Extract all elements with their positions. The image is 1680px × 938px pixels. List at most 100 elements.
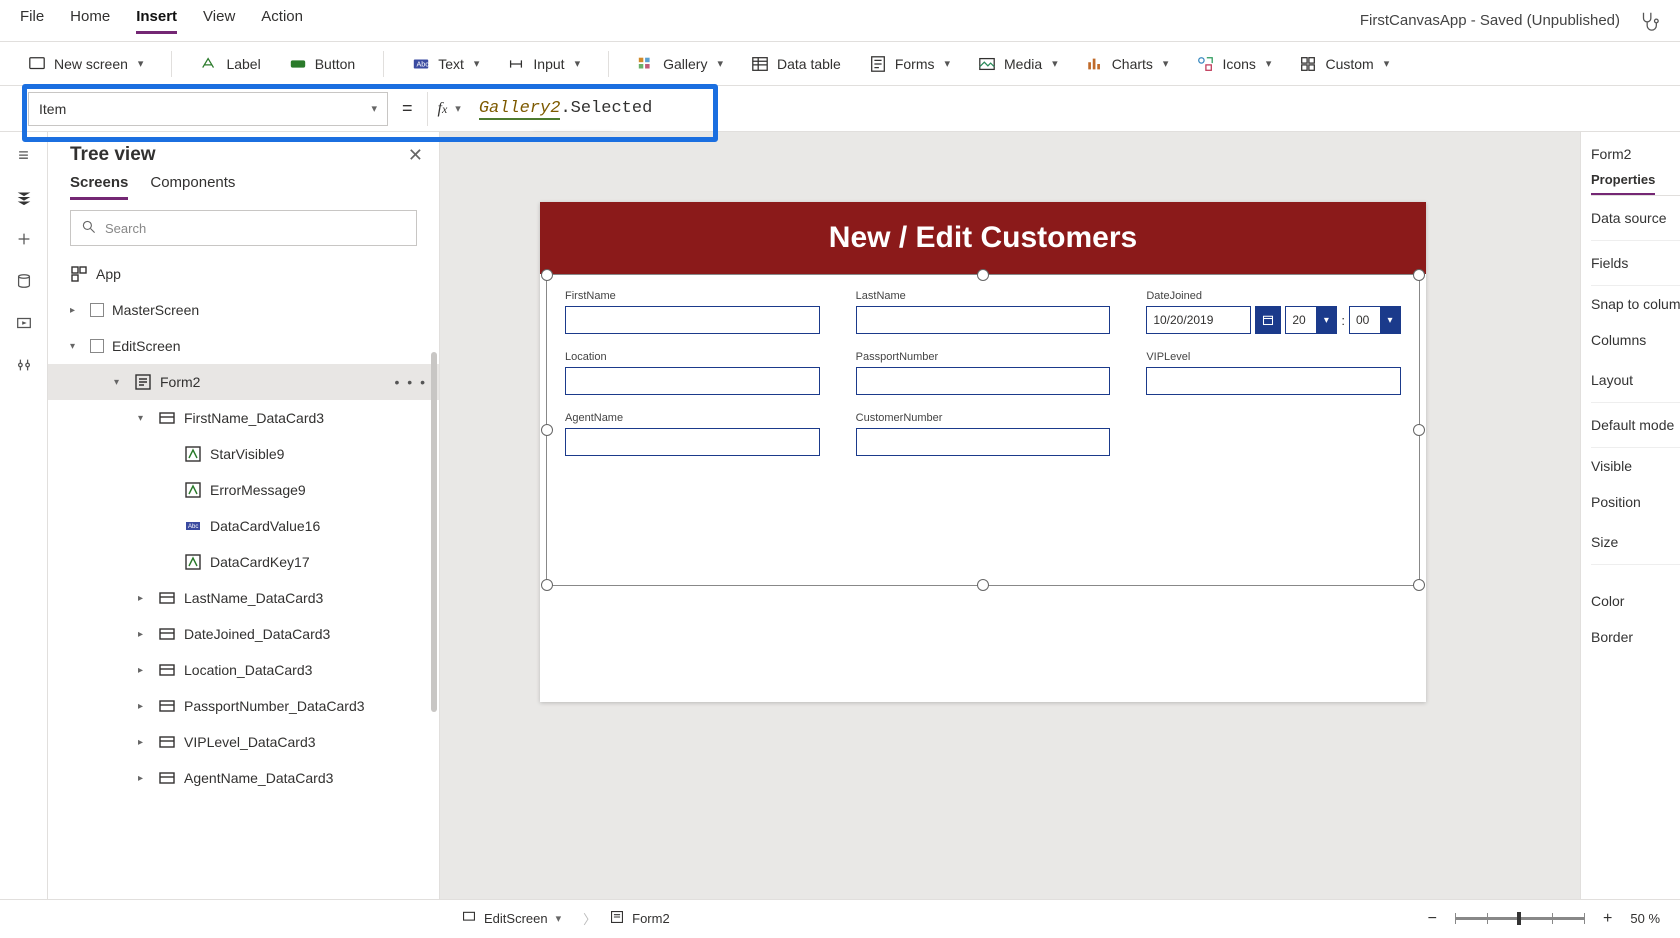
resize-handle[interactable]	[541, 424, 553, 436]
prop-snap[interactable]: Snap to columns	[1591, 286, 1680, 322]
hamburger-icon[interactable]: ≡	[13, 144, 35, 166]
tree-item-masterscreen[interactable]: ▸ MasterScreen	[48, 292, 439, 328]
canvas-screen[interactable]: New / Edit Customers FirstName LastName	[540, 202, 1426, 702]
resize-handle[interactable]	[541, 579, 553, 591]
tree-item-errormessage[interactable]: ErrorMessage9	[48, 472, 439, 508]
text-button[interactable]: Abc Text ▾	[412, 55, 479, 73]
chevron-down-icon[interactable]: ▾	[138, 413, 150, 424]
chevron-down-icon[interactable]: ▾	[70, 341, 82, 352]
field-passport[interactable]: PassportNumber	[856, 348, 1111, 395]
chevron-right-icon[interactable]: ▸	[138, 773, 150, 784]
label-button[interactable]: Label	[200, 55, 260, 73]
property-selector[interactable]: Item ▾	[28, 92, 388, 126]
menu-home[interactable]: Home	[70, 8, 110, 34]
slider-knob[interactable]	[1517, 912, 1521, 925]
checkbox[interactable]	[90, 339, 104, 353]
chevron-right-icon[interactable]: ▸	[138, 665, 150, 676]
chevron-right-icon[interactable]: ▸	[138, 701, 150, 712]
calendar-icon[interactable]	[1255, 306, 1281, 334]
tree-item-app[interactable]: App	[48, 256, 439, 292]
tree-item-form2[interactable]: ▾ Form2 • • •	[48, 364, 439, 400]
text-input[interactable]	[856, 306, 1111, 334]
icons-button[interactable]: Icons ▾	[1196, 55, 1271, 73]
tree-item-location-card[interactable]: ▸ Location_DataCard3	[48, 652, 439, 688]
advanced-rail-icon[interactable]	[13, 354, 35, 376]
prop-color[interactable]: Color	[1591, 583, 1680, 619]
tree-item-starvisible[interactable]: StarVisible9	[48, 436, 439, 472]
input-button[interactable]: Input ▾	[507, 55, 580, 73]
date-input[interactable]: 10/20/2019	[1146, 306, 1251, 334]
search-input[interactable]: Search	[70, 210, 417, 246]
prop-visible[interactable]: Visible	[1591, 448, 1680, 484]
prop-layout[interactable]: Layout	[1591, 358, 1680, 403]
tree-item-lastname-card[interactable]: ▸ LastName_DataCard3	[48, 580, 439, 616]
tree-item-editscreen[interactable]: ▾ EditScreen	[48, 328, 439, 364]
new-screen-button[interactable]: New screen ▾	[28, 55, 143, 73]
more-icon[interactable]: • • •	[395, 374, 427, 390]
chevron-right-icon[interactable]: ▸	[70, 305, 82, 316]
tab-components[interactable]: Components	[150, 174, 235, 200]
prop-data-source[interactable]: Data source	[1591, 196, 1680, 241]
button-button[interactable]: Button	[289, 55, 355, 73]
fx-button[interactable]: fx ▾	[427, 92, 471, 126]
custom-button[interactable]: Custom ▾	[1299, 55, 1389, 73]
tree-item-datacardvalue[interactable]: Abc DataCardValue16	[48, 508, 439, 544]
field-lastname[interactable]: LastName	[856, 287, 1111, 334]
prop-fields[interactable]: Fields	[1591, 241, 1680, 286]
text-input[interactable]	[565, 428, 820, 456]
chevron-right-icon[interactable]: ▸	[138, 737, 150, 748]
resize-handle[interactable]	[977, 579, 989, 591]
chevron-right-icon[interactable]: ▸	[138, 629, 150, 640]
field-firstname[interactable]: FirstName	[565, 287, 820, 334]
tree-view-rail-icon[interactable]	[13, 186, 35, 208]
prop-border[interactable]: Border	[1591, 619, 1680, 655]
field-location[interactable]: Location	[565, 348, 820, 395]
charts-button[interactable]: Charts ▾	[1086, 55, 1169, 73]
prop-default-mode[interactable]: Default mode	[1591, 403, 1680, 448]
field-viplevel[interactable]: VIPLevel	[1146, 348, 1401, 395]
text-input[interactable]	[1146, 367, 1401, 395]
field-agentname[interactable]: AgentName	[565, 409, 820, 456]
data-table-button[interactable]: Data table	[751, 55, 841, 73]
zoom-slider[interactable]	[1455, 917, 1585, 920]
chevron-down-icon[interactable]: ▾	[114, 377, 126, 388]
prop-columns[interactable]: Columns	[1591, 322, 1680, 358]
minute-dropdown[interactable]: 00▾	[1349, 306, 1401, 334]
menu-action[interactable]: Action	[261, 8, 303, 34]
hour-dropdown[interactable]: 20▾	[1285, 306, 1337, 334]
resize-handle[interactable]	[1413, 579, 1425, 591]
breadcrumb-screen[interactable]: EditScreen ▾	[448, 900, 575, 938]
breadcrumb-element[interactable]: Form2	[596, 900, 684, 938]
menu-view[interactable]: View	[203, 8, 235, 34]
checkbox[interactable]	[90, 303, 104, 317]
field-customernumber[interactable]: CustomerNumber	[856, 409, 1111, 456]
form2-selection[interactable]: FirstName LastName DateJoined 10/20/2019…	[546, 274, 1420, 586]
resize-handle[interactable]	[541, 269, 553, 281]
text-input[interactable]	[565, 306, 820, 334]
menu-file[interactable]: File	[20, 8, 44, 34]
forms-button[interactable]: Forms ▾	[869, 55, 950, 73]
chevron-right-icon[interactable]: ▸	[138, 593, 150, 604]
zoom-out-button[interactable]: −	[1424, 910, 1441, 928]
text-input[interactable]	[856, 367, 1111, 395]
formula-input[interactable]: Gallery2.Selected	[471, 99, 1652, 118]
tree-item-firstname-card[interactable]: ▾ FirstName_DataCard3	[48, 400, 439, 436]
scrollbar-thumb[interactable]	[431, 352, 437, 712]
resize-handle[interactable]	[1413, 269, 1425, 281]
zoom-in-button[interactable]: +	[1599, 910, 1616, 928]
text-input[interactable]	[565, 367, 820, 395]
data-rail-icon[interactable]	[13, 270, 35, 292]
tab-screens[interactable]: Screens	[70, 174, 128, 200]
canvas[interactable]: New / Edit Customers FirstName LastName	[440, 132, 1580, 899]
app-checker-icon[interactable]	[1638, 10, 1660, 32]
tab-properties[interactable]: Properties	[1591, 172, 1655, 195]
media-rail-icon[interactable]	[13, 312, 35, 334]
tree-item-datacardkey[interactable]: DataCardKey17	[48, 544, 439, 580]
resize-handle[interactable]	[1413, 424, 1425, 436]
chevron-down-icon[interactable]: ▾	[556, 912, 562, 925]
gallery-button[interactable]: Gallery ▾	[637, 55, 723, 73]
field-datejoined[interactable]: DateJoined 10/20/2019 20▾ : 00▾	[1146, 287, 1401, 334]
prop-position[interactable]: Position	[1591, 484, 1680, 520]
prop-size[interactable]: Size	[1591, 520, 1680, 565]
media-button[interactable]: Media ▾	[978, 55, 1058, 73]
